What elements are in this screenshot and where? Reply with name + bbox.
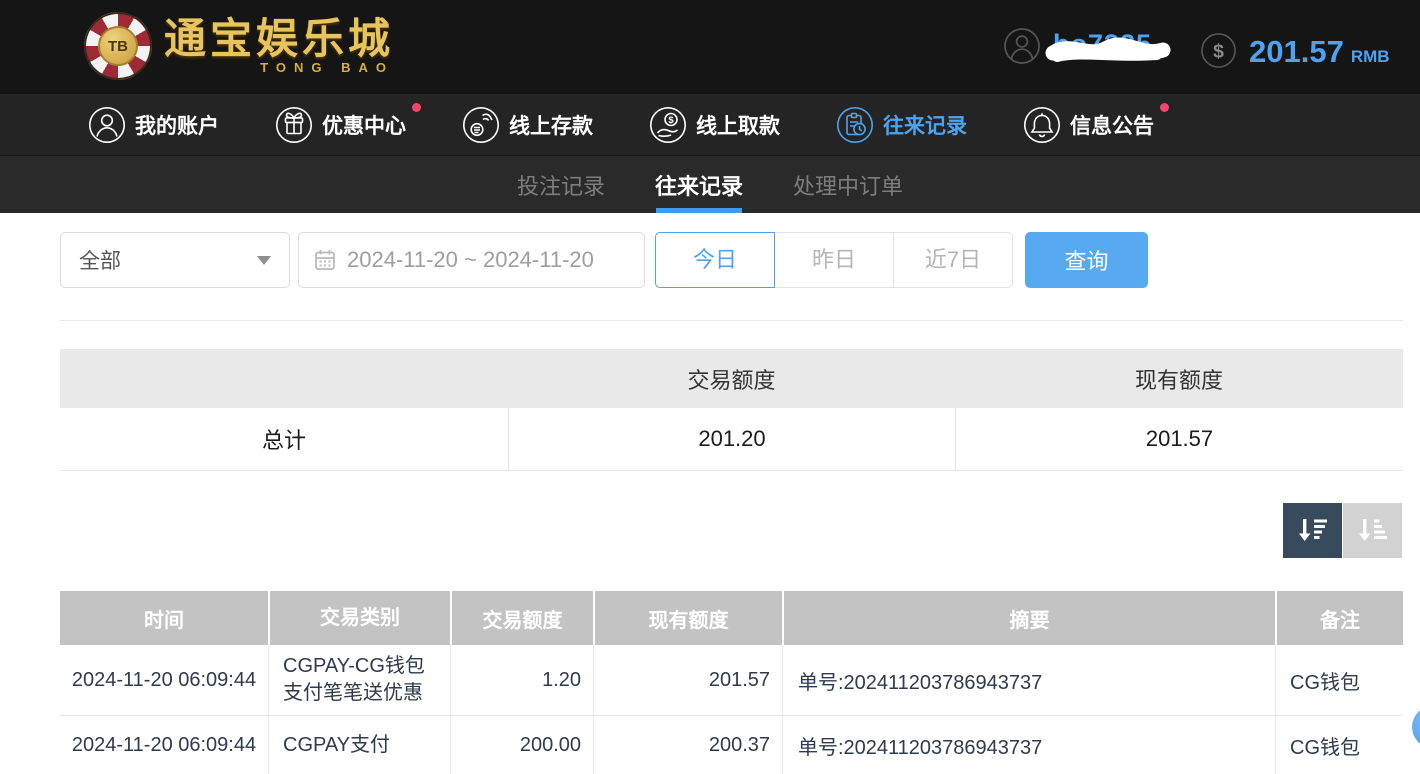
- date-range-input[interactable]: 2024-11-20 ~ 2024-11-20: [298, 232, 645, 288]
- tab-processing-orders[interactable]: 处理中订单: [791, 156, 905, 213]
- section-divider: [60, 320, 1403, 321]
- yesterday-button[interactable]: 昨日: [774, 232, 894, 288]
- records-table: 时间 交易类别 交易额度 现有额度 摘要 备注 2024-11-20 06:09…: [60, 591, 1403, 774]
- table-row: 2024-11-20 06:09:44 CGPAY-CG钱包支付笔笔送优惠 1.…: [60, 645, 1403, 716]
- balance-amount: 201.57: [1249, 34, 1344, 69]
- type-select-value: 全部: [79, 250, 121, 273]
- calendar-icon: [315, 250, 335, 270]
- poker-chip-icon: TB: [84, 12, 152, 80]
- user-icon: [88, 106, 126, 143]
- summary-header-row: 交易额度 现有额度: [60, 349, 1403, 408]
- cell-amount: 200.00: [450, 716, 593, 774]
- sort-buttons: [1283, 503, 1402, 558]
- col-header-time: 时间: [144, 609, 184, 632]
- chip-core: TB: [98, 26, 138, 66]
- tab-bet-records[interactable]: 投注记录: [515, 156, 607, 213]
- cell-balance: 200.37: [593, 716, 782, 774]
- logo-title: 通宝娱乐城: [164, 15, 395, 63]
- cell-remark: CG钱包: [1275, 716, 1403, 774]
- site-logo[interactable]: TB 通宝娱乐城 TONG BAO: [84, 12, 394, 80]
- today-button[interactable]: 今日: [655, 232, 775, 288]
- col-header-balance: 现有额度: [593, 591, 782, 645]
- summary-header-current: 现有额度: [1134, 367, 1223, 393]
- summary-header-empty: [60, 349, 508, 408]
- deposit-icon: [462, 106, 500, 143]
- withdraw-icon: $: [649, 106, 687, 143]
- cell-time: 2024-11-20 06:09:44: [71, 668, 257, 691]
- account-info[interactable]: bo7325: [1003, 27, 1171, 65]
- tab-transaction-records[interactable]: 往来记录: [653, 156, 745, 213]
- cell-amount: 1.20: [450, 645, 593, 715]
- cell-balance: 201.57: [593, 645, 782, 715]
- table-row: 2024-11-20 06:09:44 CGPAY支付 200.00 200.3…: [60, 716, 1403, 774]
- col-header-type: 交易类别: [268, 591, 450, 645]
- nav-label: 线上取款: [696, 114, 780, 138]
- type-select[interactable]: 全部: [60, 232, 290, 288]
- tab-label: 往来记录: [654, 173, 743, 199]
- cell-summary: 单号:202411203786943737: [782, 645, 1275, 715]
- nav-label: 我的账户: [135, 114, 219, 138]
- chip-text: TB: [108, 37, 128, 55]
- sort-descending-button[interactable]: [1283, 503, 1342, 558]
- filter-row: 全部 2024-11-20 ~ 2024-11-20 今日 昨日 近7日 查询: [0, 232, 1420, 288]
- sort-ascending-icon: [1358, 518, 1387, 541]
- nav-label: 信息公告: [1070, 114, 1154, 138]
- svg-text:$: $: [1213, 40, 1224, 62]
- logo-subtitle: TONG BAO: [260, 59, 395, 75]
- last7days-button[interactable]: 近7日: [893, 232, 1013, 288]
- page: TB 通宝娱乐城 TONG BAO bo7325 $ 201.57 RMB 我的…: [0, 0, 1420, 774]
- date-range-value: 2024-11-20 ~ 2024-11-20: [347, 247, 594, 272]
- nav-item-promotions[interactable]: 优惠中心: [275, 102, 421, 144]
- nav-item-announcements[interactable]: 信息公告: [1023, 102, 1169, 144]
- nav-label: 线上存款: [509, 114, 593, 138]
- cell-type: CGPAY-CG钱包支付笔笔送优惠: [268, 645, 450, 715]
- summary-total-current: 201.57: [955, 408, 1403, 470]
- cell-type: CGPAY支付: [268, 716, 450, 774]
- active-tab-underline: [655, 208, 742, 213]
- record-tabs: 投注记录 往来记录 处理中订单: [0, 155, 1420, 213]
- summary-total-row: 总计 201.20 201.57: [60, 408, 1403, 471]
- notification-dot: [412, 102, 421, 112]
- nav-item-deposit[interactable]: 线上存款: [462, 106, 593, 144]
- sort-ascending-button[interactable]: [1343, 503, 1402, 558]
- summary-header-transaction: 交易额度: [687, 367, 776, 393]
- summary-total-transaction: 201.20: [508, 408, 955, 470]
- chevron-down-icon: [257, 255, 271, 265]
- search-button[interactable]: 查询: [1025, 232, 1148, 288]
- dollar-icon: $: [1201, 33, 1236, 68]
- logo-text: 通宝娱乐城 TONG BAO: [164, 15, 395, 75]
- summary-total-label: 总计: [261, 428, 306, 453]
- nav-label: 往来记录: [883, 114, 967, 138]
- balance-display[interactable]: $ 201.57 RMB: [1200, 25, 1390, 70]
- bell-icon: [1023, 106, 1061, 143]
- sort-descending-icon: [1298, 518, 1327, 541]
- col-header-amount: 交易额度: [450, 591, 593, 645]
- balance-currency: RMB: [1350, 47, 1390, 66]
- col-header-summary: 摘要: [782, 591, 1275, 645]
- user-avatar-icon: [1004, 28, 1040, 64]
- nav-item-withdraw[interactable]: $ 线上取款: [649, 106, 780, 144]
- nav-item-my-account[interactable]: 我的账户: [88, 106, 219, 144]
- username: bo7325: [1045, 27, 1171, 65]
- col-header-remark: 备注: [1275, 591, 1403, 645]
- records-icon: [836, 106, 874, 143]
- redaction-scribble: [1045, 37, 1171, 62]
- nav-label: 优惠中心: [322, 114, 406, 138]
- cell-summary: 单号:202411203786943737: [782, 716, 1275, 774]
- cell-remark: CG钱包: [1275, 645, 1403, 715]
- top-header: TB 通宝娱乐城 TONG BAO bo7325 $ 201.57 RMB: [0, 0, 1420, 94]
- customer-service-button[interactable]: [1412, 706, 1420, 748]
- gift-icon: [275, 106, 313, 143]
- notification-dot: [1160, 102, 1169, 112]
- svg-text:$: $: [668, 115, 674, 126]
- summary-table: 交易额度 现有额度 总计 201.20 201.57: [60, 349, 1403, 471]
- records-header-row: 时间 交易类别 交易额度 现有额度 摘要 备注: [60, 591, 1403, 645]
- quick-date-buttons: 今日 昨日 近7日: [655, 232, 1013, 288]
- cell-time: 2024-11-20 06:09:44: [71, 733, 257, 756]
- main-nav: 我的账户 优惠中心 线上存款 $ 线上取款 往来记录 信息公告: [0, 94, 1420, 155]
- nav-item-transaction-records[interactable]: 往来记录: [836, 106, 967, 144]
